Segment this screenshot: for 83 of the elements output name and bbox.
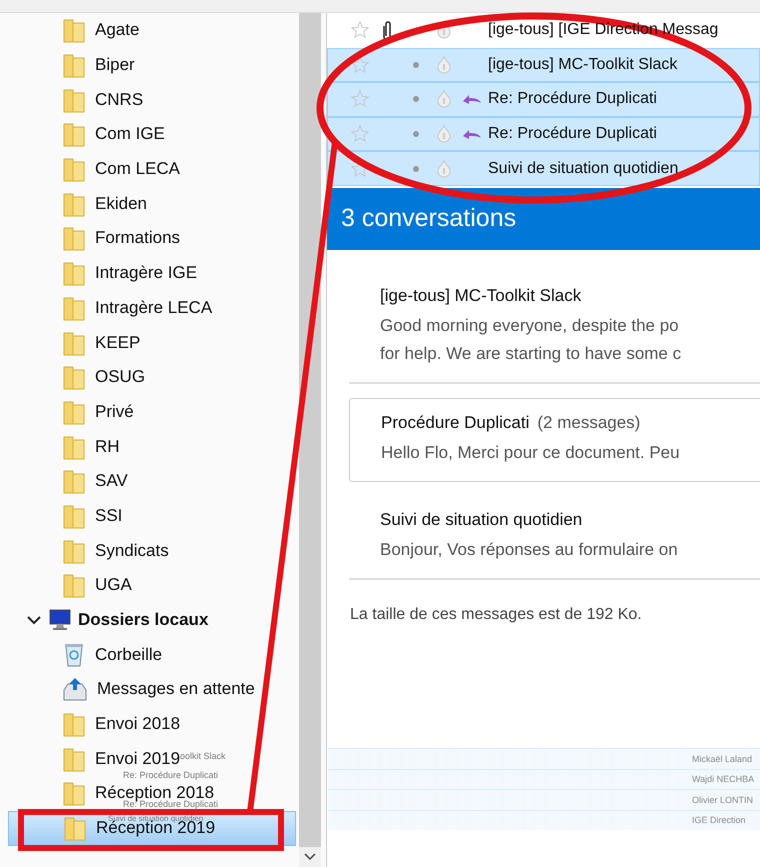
folder-item[interactable]: Privé: [95, 402, 134, 422]
folder-item[interactable]: UGA: [95, 575, 132, 596]
folder-item[interactable]: Ekiden: [95, 194, 147, 214]
star-icon[interactable]: [351, 56, 369, 74]
message-row[interactable]: Re: Procédure Duplicati: [327, 116, 760, 152]
folder-icon: [63, 17, 85, 44]
folder-icon: [63, 294, 85, 321]
drag-preview-subject: Re: Procédure Duplicati: [123, 771, 218, 780]
folder-icon: [63, 330, 85, 356]
folder-item[interactable]: Com IGE: [95, 124, 165, 144]
read-dot-icon[interactable]: [413, 96, 419, 102]
star-icon[interactable]: [351, 125, 369, 144]
scrollbar[interactable]: [299, 13, 321, 867]
folder-item[interactable]: SAV: [95, 471, 128, 492]
folder-item[interactable]: Com LECA: [95, 159, 180, 180]
chevron-down-icon[interactable]: [304, 853, 316, 861]
folder-icon: [63, 190, 85, 217]
folder-item[interactable]: Biper: [95, 55, 135, 76]
folder-icon: [63, 502, 85, 529]
size-note: La taille de ces messages est de 192 Ko.: [349, 604, 643, 624]
folder-icon: [63, 538, 85, 564]
folder-icon: [63, 572, 85, 598]
drag-preview-subject: oolkit Slack: [180, 752, 226, 761]
drag-preview-subject: Suivi de situation quotidien: [108, 815, 204, 823]
computer-icon: [48, 608, 72, 632]
read-dot-icon[interactable]: [413, 131, 419, 138]
folder-item[interactable]: RH: [95, 436, 120, 457]
drag-preview-sender: Wajdi NECHBA: [692, 774, 754, 784]
folder-icon: [63, 364, 85, 390]
outbox-icon: [63, 676, 87, 702]
snippet-line: Hello Flo, Merci pour ce document. Peu: [381, 442, 681, 464]
summary-heading: 3 conversations: [327, 188, 760, 250]
folder-icon: [63, 746, 85, 772]
folder-item[interactable]: Messages en attente: [97, 679, 255, 700]
folder-icon: [63, 121, 85, 148]
chevron-down-icon[interactable]: [26, 615, 42, 626]
read-dot-icon[interactable]: [413, 166, 419, 172]
folder-item[interactable]: KEEP: [95, 332, 140, 353]
star-icon[interactable]: [351, 21, 369, 40]
drag-preview-subject: Re: Procédure Duplicati: [123, 800, 218, 809]
conversation-card[interactable]: [ige-tous] MC-Toolkit Slack Good morning everyone, despite the po for help. We are starting to have some c: [349, 272, 760, 384]
read-dot-icon[interactable]: [413, 62, 419, 68]
snippet-line: Bonjour, Vos réponses au formulaire on: [380, 538, 679, 561]
folder-icon: [63, 780, 85, 806]
folder-item[interactable]: Formations: [95, 228, 180, 248]
folder-item[interactable]: Intragère IGE: [95, 263, 198, 284]
star-icon[interactable]: [351, 90, 369, 108]
folder-item[interactable]: Agate: [95, 20, 140, 40]
message-row[interactable]: Re: Procédure Duplicati: [327, 82, 760, 117]
folder-icon: [63, 434, 85, 460]
folder-item[interactable]: OSUG: [95, 367, 146, 388]
message-row[interactable]: [ige-tous] MC-Toolkit Slack: [327, 48, 760, 82]
drag-preview-sender: Olivier LONTIN: [692, 794, 754, 805]
conversation-title: Procédure Duplicati: [381, 412, 530, 432]
folder-icon: [63, 156, 85, 182]
drag-preview-sender: IGE Direction: [692, 815, 746, 826]
folder-item[interactable]: Corbeille: [95, 644, 162, 665]
conversation-title: Suivi de situation quotidien: [380, 510, 584, 530]
trash-icon: [63, 642, 85, 668]
folder-item[interactable]: CNRS: [95, 90, 144, 110]
folder-icon: [63, 225, 85, 252]
message-count: (2 messages): [537, 412, 640, 432]
folder-icon: [63, 468, 85, 494]
folder-icon: [63, 260, 85, 286]
folder-item[interactable]: Envoi 2018: [95, 714, 180, 734]
drag-preview-sender: Mickaël Laland: [692, 754, 752, 764]
message-row[interactable]: Suivi de situation quotidien: [327, 151, 760, 186]
folder-item[interactable]: Syndicats: [95, 540, 169, 561]
conversation-title: [ige-tous] MC-Toolkit Slack: [380, 286, 582, 306]
conversation-card[interactable]: Suivi de situation quotidien Bonjour, Vos réponses au formulaire on: [349, 496, 760, 580]
conversation-card[interactable]: Procédure Duplicati (2 messages) Hello Flo, Merci pour ce document. Peu: [349, 398, 760, 482]
snippet-line: Good morning everyone, despite the po: [380, 314, 680, 337]
snippet-line: for help. We are starting to have some c: [380, 342, 682, 365]
folder-icon: [63, 398, 85, 425]
folder-item[interactable]: Envoi 2019: [95, 748, 180, 769]
folder-item[interactable]: Intragère LECA: [95, 298, 212, 318]
folder-icon: [63, 86, 85, 113]
folder-icon: [63, 711, 85, 738]
paperclip-icon: [383, 20, 393, 40]
folder-icon: [64, 815, 86, 842]
folder-item[interactable]: SSI: [95, 506, 122, 526]
folder-icon: [63, 52, 85, 78]
account-item[interactable]: Dossiers locaux: [8, 602, 296, 638]
